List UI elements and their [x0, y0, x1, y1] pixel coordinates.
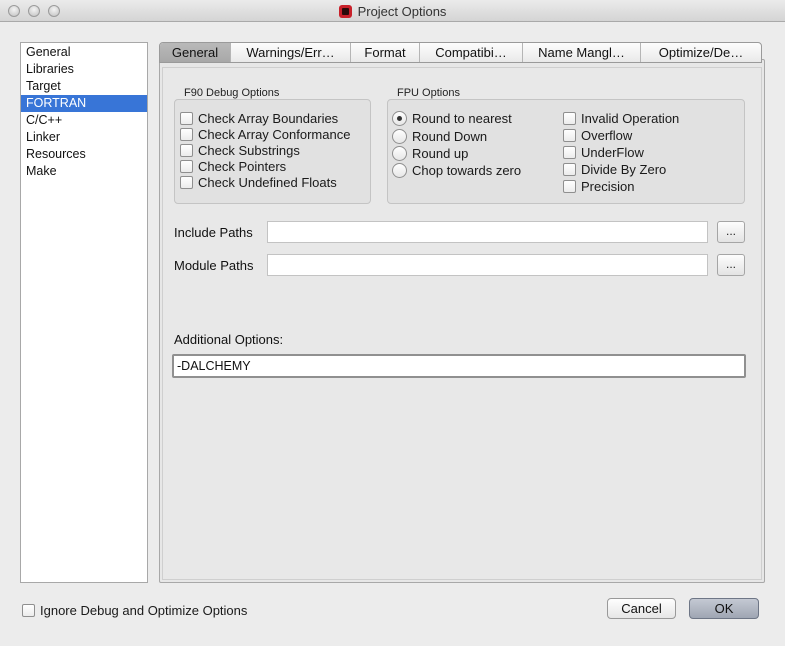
tab-general[interactable]: General — [160, 43, 230, 62]
category-item-target[interactable]: Target — [21, 78, 147, 95]
ignore-debug-checkbox[interactable] — [22, 603, 35, 617]
app-icon — [338, 5, 352, 18]
ok-button[interactable]: OK — [689, 598, 759, 619]
check-array-conformance-row[interactable]: Check Array Conformance — [180, 126, 350, 142]
round-down-row[interactable]: Round Down — [392, 128, 487, 144]
f90-debug-group-title: F90 Debug Options — [184, 87, 280, 99]
divide-by-zero-row[interactable]: Divide By Zero — [563, 161, 666, 177]
check-substrings-row[interactable]: Check Substrings — [180, 142, 300, 158]
underflow-row[interactable]: UnderFlow — [563, 144, 644, 160]
tab-format[interactable]: Format — [350, 43, 419, 62]
check-array-conformance-checkbox[interactable] — [180, 127, 193, 141]
check-array-boundaries-checkbox[interactable] — [180, 111, 193, 125]
fpu-group-title: FPU Options — [397, 87, 460, 99]
divide-by-zero-label: Divide By Zero — [581, 161, 667, 177]
category-item-libraries[interactable]: Libraries — [21, 61, 147, 78]
module-paths-input[interactable] — [267, 254, 708, 276]
cancel-button[interactable]: Cancel — [607, 598, 676, 619]
include-paths-input[interactable] — [267, 221, 708, 243]
module-paths-browse-button[interactable]: ... — [717, 254, 745, 276]
overflow-row[interactable]: Overflow — [563, 127, 632, 143]
check-substrings-label: Check Substrings — [198, 142, 300, 158]
check-undefined-floats-row[interactable]: Check Undefined Floats — [180, 174, 337, 190]
category-item-c-cpp[interactable]: C/C++ — [21, 112, 147, 129]
check-substrings-checkbox[interactable] — [180, 143, 193, 157]
round-up-radio[interactable] — [392, 145, 407, 161]
ignore-debug-label: Ignore Debug and Optimize Options — [40, 602, 248, 618]
round-to-nearest-label: Round to nearest — [412, 110, 512, 126]
precision-label: Precision — [581, 178, 635, 194]
category-item-resources[interactable]: Resources — [21, 146, 147, 163]
ignore-debug-row[interactable]: Ignore Debug and Optimize Options — [22, 602, 247, 618]
category-item-general[interactable]: General — [21, 44, 147, 61]
check-undefined-floats-label: Check Undefined Floats — [198, 174, 337, 190]
round-up-label: Round up — [412, 145, 469, 161]
chop-towards-zero-label: Chop towards zero — [412, 162, 522, 178]
round-to-nearest-row[interactable]: Round to nearest — [392, 110, 512, 126]
chop-towards-zero-row[interactable]: Chop towards zero — [392, 162, 521, 178]
additional-options-label: Additional Options: — [174, 332, 284, 347]
round-down-radio[interactable] — [392, 128, 407, 144]
round-up-row[interactable]: Round up — [392, 145, 468, 161]
category-item-fortran[interactable]: FORTRAN — [21, 95, 147, 112]
include-paths-browse-button[interactable]: ... — [717, 221, 745, 243]
category-item-linker[interactable]: Linker — [21, 129, 147, 146]
module-paths-label: Module Paths — [174, 258, 254, 273]
precision-checkbox[interactable] — [563, 179, 576, 193]
tab-bar: General Warnings/Err… Format Compatibi… … — [159, 42, 762, 63]
window-title: Project Options — [0, 4, 785, 19]
underflow-checkbox[interactable] — [563, 145, 576, 159]
overflow-label: Overflow — [581, 127, 633, 143]
check-undefined-floats-checkbox[interactable] — [180, 175, 193, 189]
check-array-conformance-label: Check Array Conformance — [198, 126, 351, 142]
chop-towards-zero-radio[interactable] — [392, 162, 407, 178]
category-list[interactable]: General Libraries Target FORTRAN C/C++ L… — [20, 42, 148, 583]
round-to-nearest-radio[interactable] — [392, 110, 407, 126]
divide-by-zero-checkbox[interactable] — [563, 162, 576, 176]
tab-warnings-errors[interactable]: Warnings/Err… — [230, 43, 350, 62]
invalid-operation-checkbox[interactable] — [563, 111, 576, 125]
tab-compatibility[interactable]: Compatibi… — [419, 43, 522, 62]
tab-optimize-debug[interactable]: Optimize/De… — [640, 43, 761, 62]
check-pointers-label: Check Pointers — [198, 158, 287, 174]
window-title-text: Project Options — [357, 4, 447, 19]
underflow-label: UnderFlow — [581, 144, 644, 160]
category-item-make[interactable]: Make — [21, 163, 147, 180]
check-array-boundaries-label: Check Array Boundaries — [198, 110, 339, 126]
invalid-operation-label: Invalid Operation — [581, 110, 680, 126]
precision-row[interactable]: Precision — [563, 178, 634, 194]
check-array-boundaries-row[interactable]: Check Array Boundaries — [180, 110, 338, 126]
title-bar: Project Options — [0, 0, 785, 22]
tab-name-mangling[interactable]: Name Mangl… — [522, 43, 640, 62]
check-pointers-row[interactable]: Check Pointers — [180, 158, 286, 174]
round-down-label: Round Down — [412, 128, 488, 144]
overflow-checkbox[interactable] — [563, 128, 576, 142]
include-paths-label: Include Paths — [174, 225, 253, 240]
invalid-operation-row[interactable]: Invalid Operation — [563, 110, 679, 126]
additional-options-input[interactable] — [172, 354, 746, 378]
check-pointers-checkbox[interactable] — [180, 159, 193, 173]
